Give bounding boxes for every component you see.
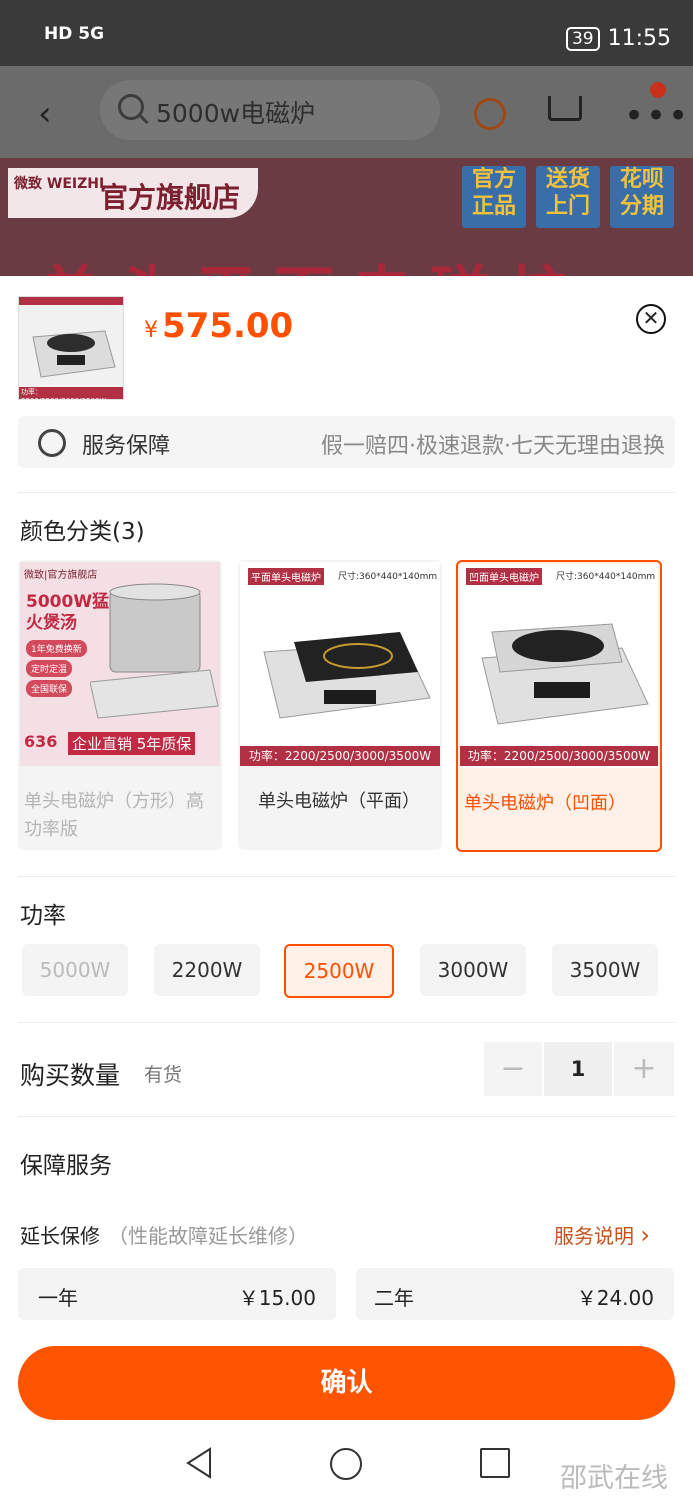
search-text: 5000w电磁炉: [156, 99, 316, 128]
option-image-tag: 微致|官方旗舰店: [24, 570, 98, 581]
service-label: 服务保障: [82, 434, 171, 459]
color-section-title: 颜色分类(3): [20, 519, 145, 545]
warranty-term: 二年: [374, 1286, 414, 1310]
chevron-right-icon: ›: [640, 1221, 650, 1249]
status-bar: HD 5G 39 11:55: [0, 0, 693, 66]
divider: [18, 876, 675, 877]
close-icon[interactable]: ✕: [636, 304, 666, 334]
badge-official: 官方正品: [462, 166, 526, 228]
refresh-icon[interactable]: [474, 98, 506, 130]
option-chip: 1年免费换新: [26, 640, 87, 657]
option-chip: 定时定温: [26, 660, 73, 677]
store-banner: 微致 WEIZHI 官方旗舰店 官方正品 送货上门 花呗分期 单头平面电磁炉: [0, 158, 693, 276]
extended-warranty-note: （性能故障延长维修）: [108, 1224, 308, 1248]
service-value: 假一赔四·极速退款·七天无理由退换: [321, 434, 665, 459]
option-image: 微致|官方旗舰店 5000W猛火煲汤 1年免费换新 定时定温 全国联保 636 …: [20, 562, 220, 766]
badge-delivery: 送货上门: [536, 166, 600, 228]
price: ¥575.00: [144, 306, 293, 346]
power-option-5000w[interactable]: 5000W: [22, 944, 128, 996]
extended-warranty-label: 延长保修: [20, 1224, 100, 1248]
power-option-3500w[interactable]: 3500W: [552, 944, 658, 996]
power-option-3000w[interactable]: 3000W: [420, 944, 526, 996]
color-option-square[interactable]: 微致|官方旗舰店 5000W猛火煲汤 1年免费换新 定时定温 全国联保 636 …: [18, 560, 222, 850]
decrement-button[interactable]: −: [484, 1042, 542, 1096]
warranty-price: ￥24.00: [576, 1286, 654, 1310]
network-indicator: HD 5G: [44, 24, 105, 44]
divider: [18, 1116, 675, 1117]
color-option-flat[interactable]: 平面单头电磁炉 尺寸:360*440*140mm 功率：2200/2500/30…: [238, 560, 442, 850]
color-option-label: 单头电磁炉（方形）高功率版: [24, 791, 204, 840]
option-image-footer: 功率：2200/2500/3000/3500W: [240, 746, 440, 766]
price-currency: ¥: [144, 318, 158, 343]
sku-selector-sheet: 功率：2200/2500/3000/3500W ¥575.00 ✕ 服务保障 假…: [0, 276, 693, 1500]
guarantee-section-title: 保障服务: [20, 1153, 112, 1179]
quantity-stepper[interactable]: 1: [544, 1042, 612, 1096]
option-image-footer: 功率：2200/2500/3000/3500W: [460, 746, 658, 766]
store-logo: 微致 WEIZHI: [14, 176, 105, 192]
watermark: 邵武在线: [560, 1463, 668, 1494]
banner-headline: 单头平面电磁炉: [40, 246, 586, 276]
home-nav-icon[interactable]: [330, 1448, 362, 1480]
product-thumbnail: 功率：2200/2500/3000/3500W: [18, 296, 124, 405]
stock-pot-image: [90, 583, 219, 719]
power-option-2200w[interactable]: 2200W: [154, 944, 260, 996]
induction-cooker-image: [19, 297, 123, 399]
power-section-title: 功率: [20, 903, 66, 929]
option-image-title: 平面单头电磁炉: [248, 568, 324, 585]
option-image-price: 636: [24, 732, 58, 751]
search-icon: [118, 94, 144, 120]
badge-icon: [38, 429, 66, 457]
back-nav-icon[interactable]: [184, 1446, 214, 1480]
top-nav: ‹ 5000w电磁炉 •••: [0, 66, 693, 158]
warranty-option-2year[interactable]: 二年 ￥24.00: [356, 1268, 674, 1320]
notification-dot: [650, 82, 666, 98]
battery-icon: 39: [565, 26, 600, 51]
warranty-price: ￥15.00: [238, 1286, 316, 1310]
badge-installment: 花呗分期: [610, 166, 674, 228]
divider: [18, 492, 675, 493]
option-image-title: 凹面单头电磁炉: [466, 568, 542, 585]
concave-cooker-image: [481, 623, 649, 725]
service-info-link[interactable]: 服务说明 ›: [554, 1220, 650, 1249]
thumbnail-caption: 功率：2200/2500/3000/3500W: [21, 388, 107, 405]
cart-icon[interactable]: [548, 96, 582, 121]
color-option-label: 单头电磁炉（平面）: [258, 791, 420, 812]
store-header: 微致 WEIZHI 官方旗舰店: [8, 168, 258, 218]
power-option-2500w[interactable]: 2500W: [284, 944, 394, 998]
option-image: 平面单头电磁炉 尺寸:360*440*140mm 功率：2200/2500/30…: [240, 562, 440, 766]
option-chip: 全国联保: [26, 680, 73, 697]
clock: 11:55: [607, 26, 671, 51]
flat-cooker-image: [263, 632, 431, 719]
option-image-size: 尺寸:360*440*140mm: [338, 572, 438, 582]
search-bar[interactable]: 5000w电磁炉: [100, 80, 440, 140]
more-icon[interactable]: •••: [624, 96, 690, 136]
option-image-size: 尺寸:360*440*140mm: [556, 572, 656, 582]
service-guarantee-row[interactable]: 服务保障 假一赔四·极速退款·七天无理由退换: [18, 416, 675, 468]
color-option-concave[interactable]: 凹面单头电磁炉 尺寸:360*440*140mm 功率：2200/2500/30…: [456, 560, 662, 852]
divider: [18, 1022, 675, 1023]
service-info-label: 服务说明: [554, 1224, 634, 1248]
increment-button[interactable]: +: [614, 1042, 674, 1096]
confirm-button[interactable]: 确认: [18, 1346, 675, 1420]
warranty-term: 一年: [38, 1286, 78, 1310]
option-image-footer: 企业直销 5年质保: [68, 732, 196, 755]
color-option-label: 单头电磁炉（凹面）: [464, 793, 626, 814]
warranty-option-1year[interactable]: 一年 ￥15.00: [18, 1268, 336, 1320]
quantity-label: 购买数量: [20, 1061, 121, 1090]
stock-status: 有货: [144, 1064, 183, 1086]
recents-nav-icon[interactable]: [480, 1448, 510, 1478]
back-icon[interactable]: ‹: [38, 94, 52, 134]
price-value: 575.00: [162, 306, 294, 346]
option-image: 凹面单头电磁炉 尺寸:360*440*140mm 功率：2200/2500/30…: [460, 564, 658, 768]
store-name: 官方旗舰店: [100, 181, 241, 214]
